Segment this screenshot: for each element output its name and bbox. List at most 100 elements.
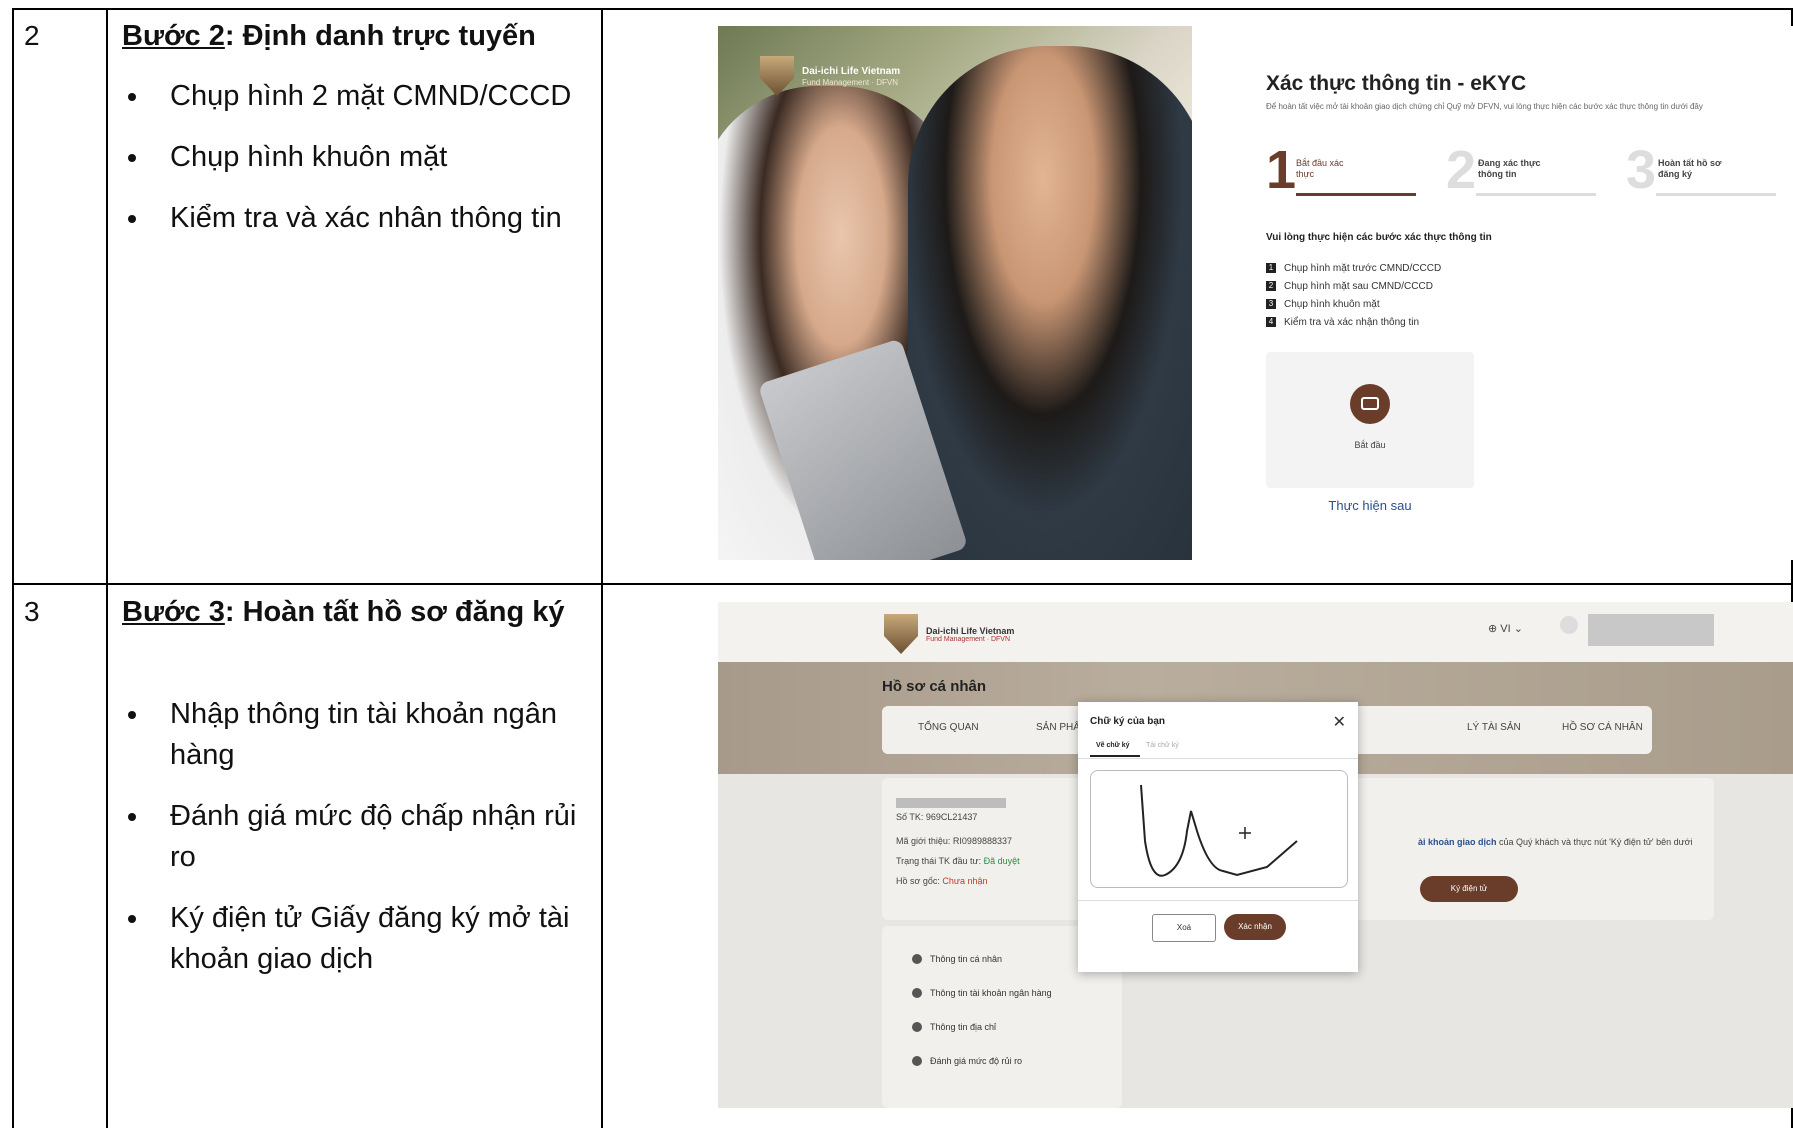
ekyc-header: Xác thực thông tin - eKYC Để hoàn tất vi…	[1266, 72, 1786, 112]
logo-subtitle: Fund Management · DFVN	[926, 635, 1011, 643]
tab-assets[interactable]: LÝ TÀI SẢN	[1467, 722, 1521, 733]
list-item: 4 Kiểm tra và xác nhận thông tin	[1266, 313, 1441, 331]
step-label: Bước 3	[122, 596, 225, 628]
logo-title: Dai-ichi Life Vietnam	[802, 65, 901, 77]
start-card[interactable]: Bắt đầu	[1266, 352, 1474, 488]
number-badge: 1	[1266, 263, 1276, 273]
tab-upload-signature[interactable]: Tải chữ ký	[1146, 742, 1179, 749]
list-item-text: Chụp hình mặt sau CMND/CCCD	[1284, 280, 1433, 292]
signature-stroke	[1140, 784, 1298, 877]
origin-status: Hồ sơ gốc: Chưa nhận	[896, 876, 987, 886]
checklist-item[interactable]: Đánh giá mức độ rủi ro	[912, 1056, 1022, 1066]
check-icon	[912, 1056, 922, 1066]
e-sign-button[interactable]: Ký điện tử	[1420, 876, 1518, 902]
ekyc-subtitle: Để hoàn tất việc mở tài khoản giao dịch …	[1266, 102, 1703, 111]
divider	[1078, 900, 1358, 901]
checklist-item[interactable]: Thông tin địa chỉ	[912, 1022, 996, 1032]
number-badge: 3	[1266, 299, 1276, 309]
list-item-text: Chụp hình khuôn mặt	[1284, 298, 1380, 310]
do-later-link[interactable]: Thực hiện sau	[1266, 498, 1474, 513]
divider	[1078, 758, 1358, 759]
progress-steps: 1 Bắt đầu xác thực 2 Đang xác thực thông…	[1266, 140, 1786, 200]
list-item: 2 Chụp hình mặt sau CMND/CCCD	[1266, 277, 1441, 295]
table-col-divider-1	[106, 8, 108, 1128]
instruction-text: Vui lòng thực hiện các bước xác thực thô…	[1266, 232, 1492, 243]
checklist-label: Đánh giá mức độ rủi ro	[930, 1056, 1023, 1066]
sign-instruction-text: của Quý khách và thực nút 'Ký điện tử' b…	[1496, 837, 1693, 847]
bullet-item: Nhập thông tin tài khoản ngân hàng	[122, 694, 582, 776]
camera-icon[interactable]	[1350, 384, 1390, 424]
status-badge: Đã duyệt	[983, 856, 1020, 866]
step-title: Bước 2: Định danh trực tuyến	[122, 16, 592, 56]
user-icon[interactable]	[1560, 616, 1578, 634]
step-bullets: Chụp hình 2 mặt CMND/CCCD Chụp hình khuô…	[122, 76, 582, 259]
logo-subtitle: Fund Management · DFVN	[802, 77, 899, 87]
list-item-text: Kiểm tra và xác nhận thông tin	[1284, 316, 1420, 328]
row-number: 2	[24, 20, 40, 51]
language-selector[interactable]: ⊕ VI ⌄	[1488, 622, 1523, 635]
shield-logo-icon	[760, 56, 794, 96]
brand-logo: Dai-ichi Life Vietnam Fund Management · …	[760, 56, 900, 96]
profile-screenshot: Dai-ichi Life Vietnam Fund Management · …	[718, 602, 1793, 1108]
list-item-text: Chụp hình mặt trước CMND/CCCD	[1284, 262, 1442, 274]
bullet-item: Ký điện tử Giấy đăng ký mở tài khoản gia…	[122, 898, 582, 980]
close-icon[interactable]: ✕	[1333, 712, 1346, 732]
step-bar	[1476, 193, 1596, 196]
instruction-list: 1 Chụp hình mặt trước CMND/CCCD 2 Chụp hìn…	[1266, 259, 1441, 331]
step-bar	[1656, 193, 1776, 196]
step-title: Bước 3: Hoàn tất hồ sơ đăng ký	[122, 592, 592, 632]
table-col-divider-2	[601, 8, 603, 1128]
row-number: 3	[24, 596, 40, 627]
bullet-item: Chụp hình khuôn mặt	[122, 137, 582, 178]
account-name-redacted	[896, 798, 1006, 808]
ekyc-screenshot: Dai-ichi Life Vietnam Fund Management · …	[718, 26, 1793, 560]
signature-pad[interactable]	[1090, 770, 1348, 888]
account-number: Số TK: 969CL21437	[896, 812, 978, 822]
brand-logo: Dai-ichi Life Vietnam Fund Management · …	[884, 614, 1014, 654]
list-item: 1 Chụp hình mặt trước CMND/CCCD	[1266, 259, 1441, 277]
status-label: Trạng thái TK đầu tư:	[896, 856, 984, 866]
confirm-button[interactable]: Xác nhận	[1224, 914, 1286, 940]
step-label: Bắt đầu xác thực	[1296, 158, 1344, 179]
bullet-item: Chụp hình 2 mặt CMND/CCCD	[122, 76, 582, 117]
account-status: Trạng thái TK đầu tư: Đã duyệt	[896, 856, 1020, 866]
list-item: 3 Chụp hình khuôn mặt	[1266, 295, 1441, 313]
referral-code: Mã giới thiệu: RI0989888337	[896, 836, 1012, 846]
step-bullets: Nhập thông tin tài khoản ngân hàng Đánh …	[122, 694, 582, 1000]
user-name-redacted	[1588, 614, 1714, 646]
step-number: 1	[1266, 140, 1297, 200]
delete-button[interactable]: Xoá	[1152, 914, 1216, 942]
step-label: Hoàn tất hồ sơ đăng ký	[1658, 158, 1722, 179]
check-icon	[912, 954, 922, 964]
step-title-text: : Định danh trực tuyến	[224, 20, 536, 52]
table-border-left	[12, 8, 14, 1128]
tab-draw-signature[interactable]: Vẽ chữ ký	[1096, 742, 1129, 749]
number-badge: 2	[1266, 281, 1276, 291]
checklist-item[interactable]: Thông tin tài khoản ngân hàng	[912, 988, 1052, 998]
bullet-item: Đánh giá mức độ chấp nhận rủi ro	[122, 796, 582, 878]
step-2: 2 Đang xác thực thông tin	[1446, 140, 1596, 200]
modal-title: Chữ ký của bạn	[1090, 716, 1166, 727]
check-icon	[912, 988, 922, 998]
step-1: 1 Bắt đầu xác thực	[1266, 140, 1416, 200]
table-row-divider	[12, 583, 1793, 585]
logo-title: Dai-ichi Life Vietnam	[926, 625, 1015, 636]
sign-instruction: ài khoản giao dịch của Quý khách và thực…	[1418, 836, 1708, 849]
shield-logo-icon	[884, 614, 918, 654]
step-number: 3	[1626, 140, 1657, 200]
check-icon	[912, 1022, 922, 1032]
tab-profile[interactable]: HỒ SƠ CÁ NHÂN	[1562, 722, 1643, 733]
checklist-item[interactable]: Thông tin cá nhân	[912, 954, 1002, 964]
step-title-text: : Hoàn tất hồ sơ đăng ký	[224, 596, 565, 628]
origin-label: Hồ sơ gốc:	[896, 876, 943, 886]
step-bar	[1296, 193, 1416, 196]
checklist-label: Thông tin địa chỉ	[930, 1022, 997, 1032]
bullet-item: Kiểm tra và xác nhân thông tin	[122, 198, 582, 239]
origin-badge: Chưa nhận	[942, 876, 988, 886]
step-number: 2	[1446, 140, 1477, 200]
table-border-top	[12, 8, 1793, 10]
ekyc-title: Xác thực thông tin - eKYC	[1266, 72, 1527, 95]
step-label: Bước 2	[122, 20, 225, 52]
tab-overview[interactable]: TỔNG QUAN	[918, 722, 979, 733]
sign-instruction-bold: ài khoản giao dịch	[1418, 837, 1497, 847]
